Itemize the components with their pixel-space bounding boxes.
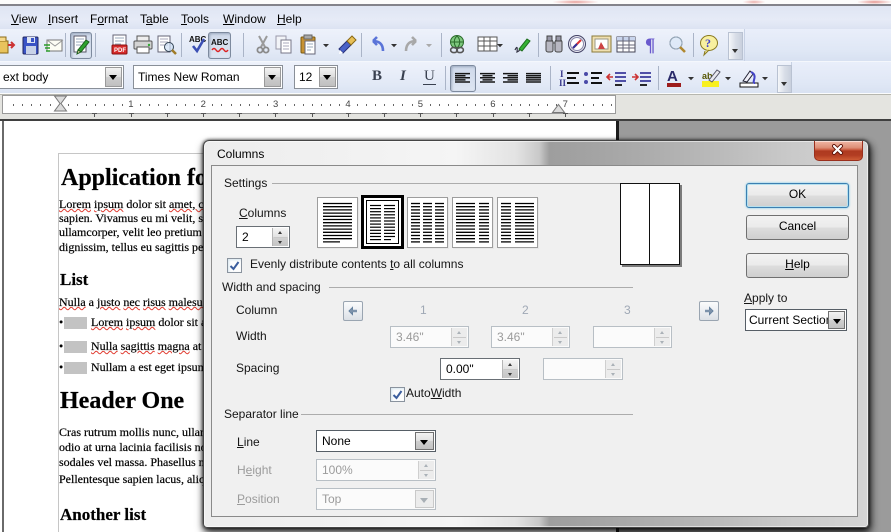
svg-text:?: ? bbox=[705, 36, 711, 50]
svg-text:PDF: PDF bbox=[114, 48, 126, 54]
svg-text:¶: ¶ bbox=[645, 35, 655, 56]
svg-text:A: A bbox=[667, 68, 678, 85]
svg-text:II: II bbox=[559, 78, 567, 88]
svg-text:ABC: ABC bbox=[211, 38, 229, 47]
